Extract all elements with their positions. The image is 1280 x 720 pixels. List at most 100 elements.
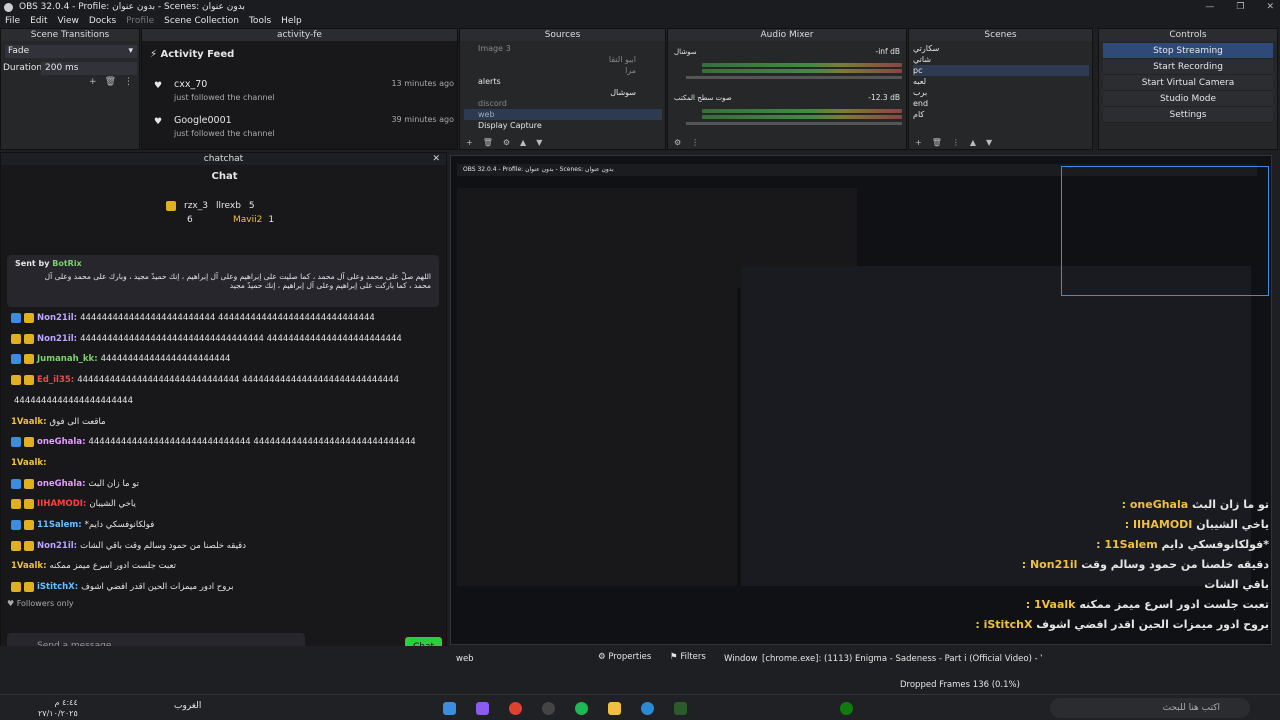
overlay-user: Non21il : [1021, 558, 1078, 571]
chat-username[interactable]: IIHAMODI: [37, 499, 86, 509]
top-count: 6 [187, 215, 193, 225]
volume-slider[interactable] [686, 122, 902, 125]
chat-message: 11Salem: *فولكانوفسكي دايم [11, 520, 154, 530]
menu-docks[interactable]: Docks [89, 14, 116, 28]
chevron-up-icon[interactable]: ▲ [970, 137, 976, 149]
chat-username[interactable]: Non21il: [37, 541, 77, 551]
menu-edit[interactable]: Edit [30, 14, 47, 28]
scene-item[interactable]: pc [913, 65, 1089, 76]
source-item[interactable]: discord [464, 98, 662, 109]
chat-username[interactable]: oneGhala: [37, 437, 85, 447]
app-icon[interactable] [674, 702, 687, 715]
minimize-icon[interactable]: — [1205, 0, 1214, 14]
trash-icon[interactable]: 🗑 [483, 137, 493, 149]
source-item[interactable]: Image 3 [464, 43, 662, 54]
obs-logo-icon [4, 2, 13, 12]
gear-icon[interactable]: ⚙ [503, 137, 510, 149]
settings-button[interactable]: Settings [1103, 107, 1273, 123]
top-user[interactable]: Mavii2 [233, 215, 262, 225]
trash-icon[interactable]: 🗑 [932, 137, 942, 149]
source-item[interactable]: alerts [464, 76, 662, 87]
steam-icon[interactable] [443, 702, 456, 715]
chat-username[interactable]: 1Vaalk: [11, 561, 46, 571]
add-icon[interactable]: + [89, 77, 97, 87]
source-item[interactable]: web [464, 109, 662, 120]
chrome-icon[interactable] [509, 702, 522, 715]
scene-item[interactable]: سكارتي [913, 43, 1089, 54]
source-item[interactable]: سوشال [464, 87, 662, 98]
status-area: web ⚙ Properties ⚑ Filters Window [chrom… [0, 646, 1280, 694]
chevron-up-icon[interactable]: ▲ [520, 137, 526, 149]
scene-item[interactable]: برب [913, 87, 1089, 98]
top-user[interactable]: rzx_3 [184, 201, 208, 211]
window-select[interactable]: [chrome.exe]: (1113) Enigma - Sadeness -… [762, 654, 1042, 664]
filters-button[interactable]: ⚑ Filters [670, 652, 706, 662]
chat-message: IIHAMODI: ياخي الشيبان [11, 499, 136, 510]
followers-only-label: ♥ Followers only [7, 599, 74, 608]
chevron-down-icon[interactable]: ▼ [536, 137, 542, 149]
menu-help[interactable]: Help [281, 14, 302, 28]
duration-input[interactable]: 200 ms [41, 62, 137, 75]
properties-button[interactable]: ⚙ Properties [598, 652, 651, 662]
source-item[interactable]: ابيو التقا [464, 54, 662, 65]
obs-icon[interactable] [542, 702, 555, 715]
source-item[interactable]: Display Capture [464, 120, 662, 131]
close-icon[interactable]: ✕ [432, 153, 440, 165]
chat-username[interactable]: Jumanah_kk: [37, 354, 98, 364]
chevron-down-icon[interactable]: ▼ [986, 137, 992, 149]
chat-message: Non21il: دقيقه خلصنا من حمود وسالم وقت با… [11, 540, 246, 551]
scene-item[interactable]: كام [913, 109, 1089, 120]
menu-file[interactable]: File [5, 14, 20, 28]
menu-dots-icon[interactable]: ⋮ [691, 137, 699, 149]
add-icon[interactable]: + [915, 137, 922, 149]
menu-tools[interactable]: Tools [249, 14, 271, 28]
chat-username[interactable]: 11Salem: [37, 520, 82, 530]
edge-icon[interactable] [641, 702, 654, 715]
close-icon[interactable]: ✕ [1266, 0, 1274, 14]
menu-dots-icon[interactable]: ⋮ [124, 77, 133, 87]
volume-slider[interactable] [686, 76, 902, 79]
scenes-dock: Scenes سكارتي شاتي pc لعبه برب end كام +… [908, 28, 1093, 150]
scene-item[interactable]: شاتي [913, 54, 1089, 65]
spotify-icon[interactable] [575, 702, 588, 715]
discord-icon[interactable] [476, 702, 489, 715]
chat-username[interactable]: Non21il: [37, 334, 77, 344]
scene-item[interactable]: end [913, 98, 1089, 109]
badge-icon [24, 582, 34, 593]
chat-username[interactable]: iStitchX: [37, 582, 78, 592]
studio-mode-button[interactable]: Studio Mode [1103, 91, 1273, 107]
sources-dock: Sources Image 3 ابيو التقا مرا alerts سو… [459, 28, 666, 150]
menu-view[interactable]: View [58, 14, 79, 28]
chat-text: تعبت جلست ادور اسرع ميمز ممكنه [49, 561, 176, 572]
gear-icon[interactable]: ⚙ [674, 137, 681, 149]
transition-select[interactable]: Fade ▾ [5, 45, 137, 58]
top-user[interactable]: llrexb [216, 201, 241, 211]
start-recording-button[interactable]: Start Recording [1103, 59, 1273, 75]
start-virtual-camera-button[interactable]: Start Virtual Camera [1103, 75, 1273, 91]
xbox-icon[interactable] [840, 702, 853, 715]
badge-icon [11, 499, 21, 510]
chat-dock: chatchat ✕ Chat rzx_3 llrexb 5 6 Mavii2 … [0, 152, 447, 662]
chat-text: 4444444444444444444444444 44444444444444… [80, 313, 375, 323]
folder-icon[interactable] [608, 702, 621, 715]
controls-dock: Controls Stop Streaming Start Recording … [1098, 28, 1278, 150]
chat-username[interactable]: Ed_il35: [37, 375, 74, 385]
source-item[interactable]: مرا [464, 65, 662, 76]
maximize-icon[interactable]: ❐ [1236, 0, 1244, 14]
chat-text: 444444444444444444444444444444 444444444… [88, 437, 416, 448]
taskbar-search[interactable]: اكتب هنا للبحث [1050, 698, 1250, 718]
menu-scene-collection[interactable]: Scene Collection [164, 14, 239, 28]
menu-dots-icon[interactable]: ⋮ [952, 137, 960, 149]
chat-username[interactable]: oneGhala: [37, 479, 85, 489]
add-icon[interactable]: + [466, 137, 473, 149]
chat-username[interactable]: Non21il: [37, 313, 77, 323]
scene-item[interactable]: لعبه [913, 76, 1089, 87]
preview-canvas[interactable]: OBS 32.0.4 - Profile: بدون عنوان - Scene… [450, 155, 1272, 645]
chat-username[interactable]: 1Vaalk: [11, 417, 46, 427]
trash-icon[interactable]: 🗑 [105, 77, 116, 87]
activity-user: cxx_70 [174, 79, 208, 90]
chat-username[interactable]: 1Vaalk: [11, 458, 46, 468]
menu-profile[interactable]: Profile [126, 14, 154, 28]
badge-icon [11, 375, 21, 386]
stop-streaming-button[interactable]: Stop Streaming [1103, 43, 1273, 59]
